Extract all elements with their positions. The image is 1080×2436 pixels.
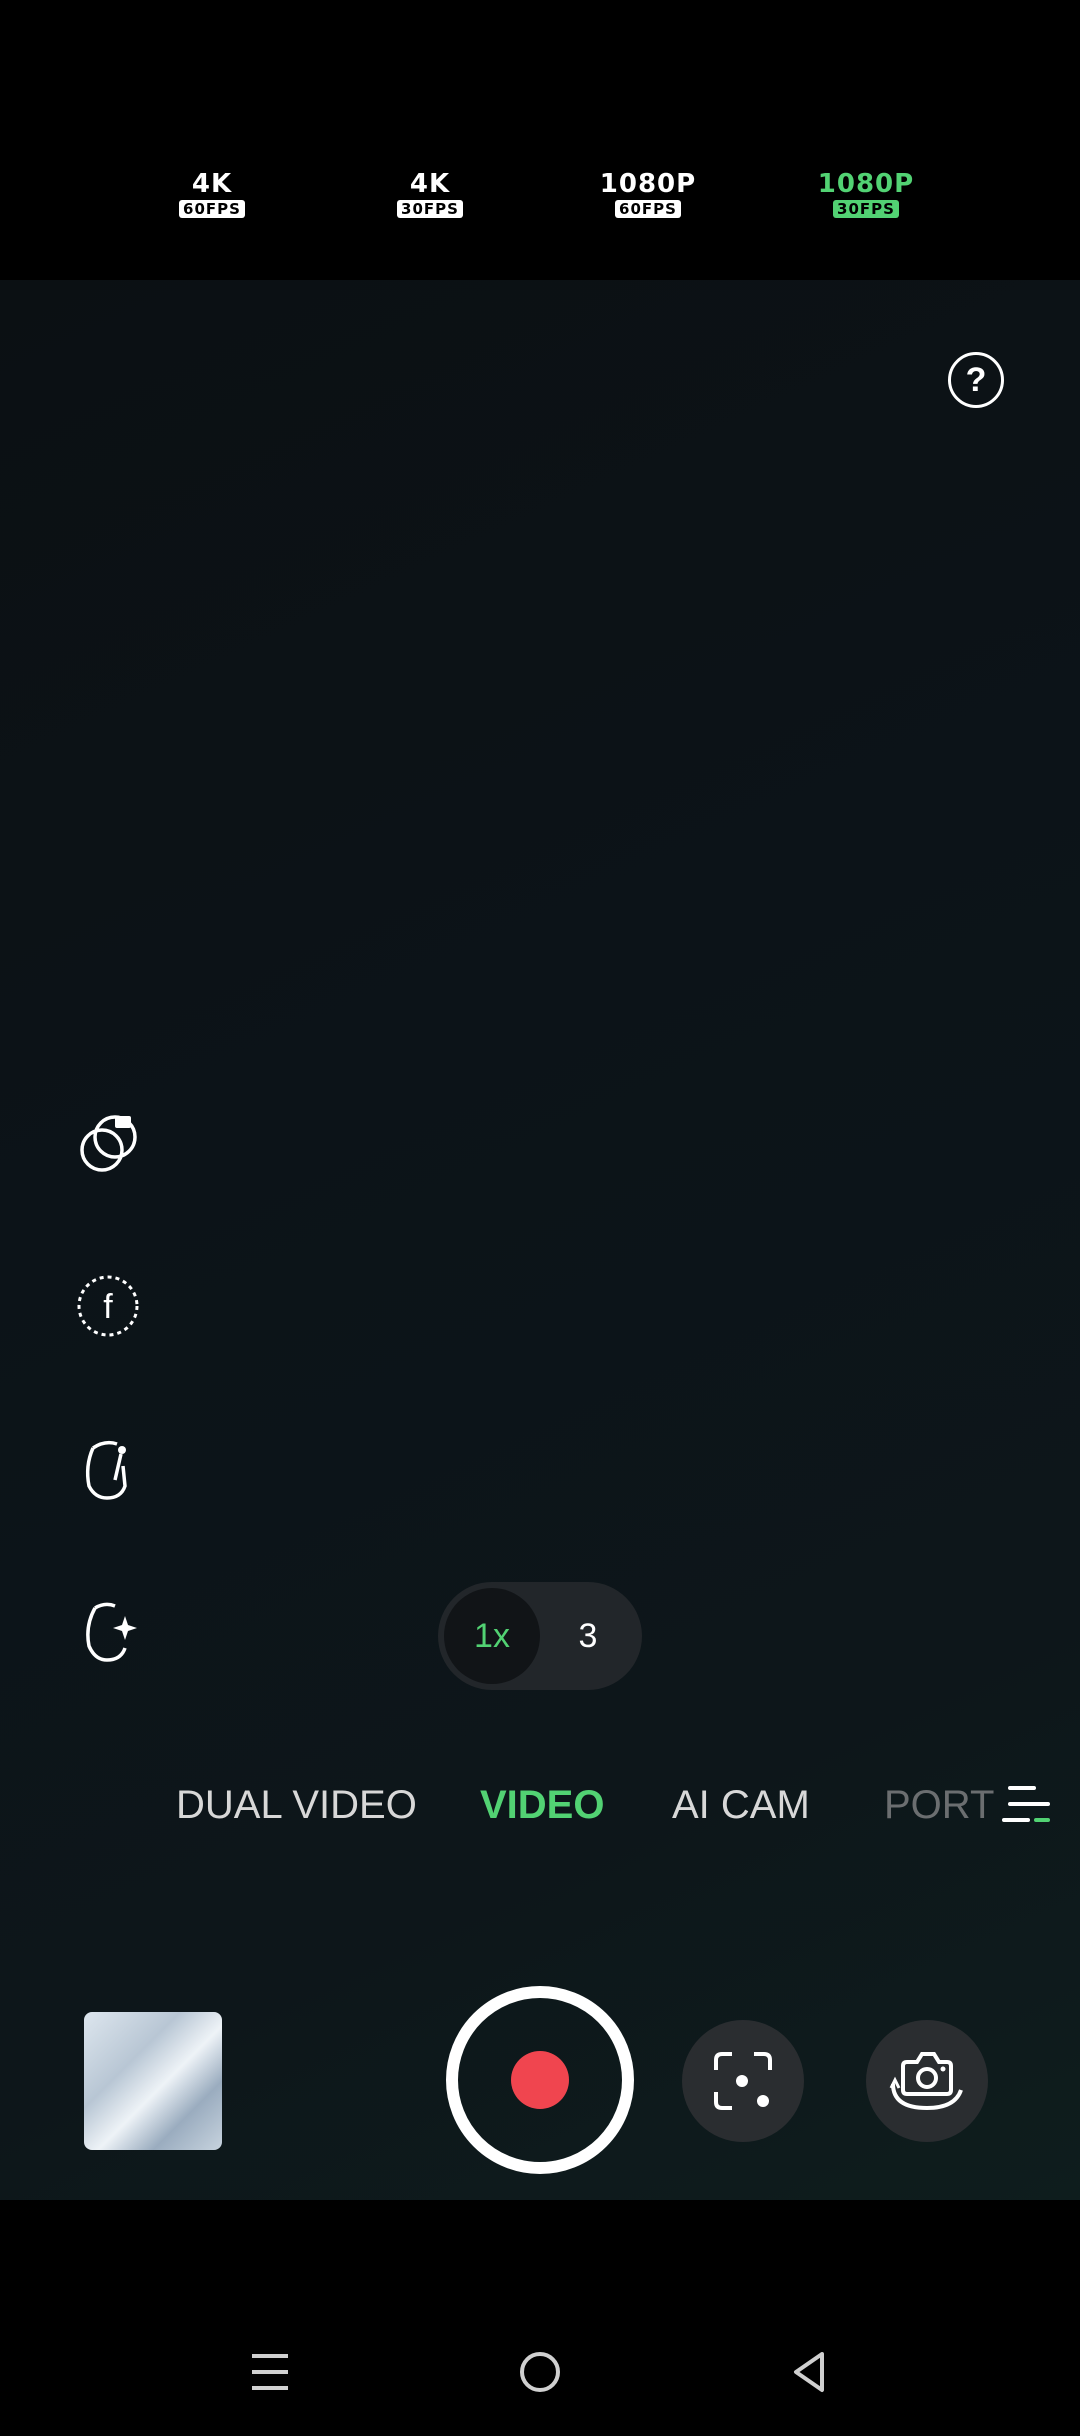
home-icon[interactable] [516, 2348, 564, 2396]
fps-label: 30FPS [833, 200, 899, 218]
svg-text:f: f [103, 1288, 113, 1326]
menu-icon[interactable] [246, 2348, 294, 2396]
resolution-label: 4K [409, 169, 451, 199]
gallery-thumbnail[interactable] [84, 2012, 222, 2150]
scan-icon [714, 2052, 772, 2110]
resolution-label: 1080P [599, 169, 697, 199]
mode-video[interactable]: VIDEO [480, 1780, 604, 1830]
help-button[interactable]: ? [948, 352, 1004, 408]
camera-viewfinder[interactable] [0, 280, 1080, 2200]
system-navigation-bar [0, 2200, 1080, 2436]
filter-icon[interactable] [75, 1110, 141, 1176]
resolution-4k-30fps[interactable]: 4K 30FPS [370, 170, 490, 219]
zoom-selector: 1x 3 [438, 1582, 642, 1690]
mode-dual-video[interactable]: DUAL VIDEO [176, 1780, 417, 1830]
back-icon[interactable] [786, 2348, 834, 2396]
fps-label: 30FPS [397, 200, 463, 218]
zoom-1x-button[interactable]: 1x [444, 1588, 540, 1684]
zoom-3x-button[interactable]: 3 [540, 1588, 636, 1684]
resolution-bar: 4K 60FPS 4K 30FPS 1080P 60FPS 1080P 30FP… [0, 0, 1080, 280]
fps-label: 60FPS [179, 200, 245, 218]
fps-label: 60FPS [615, 200, 681, 218]
resolution-label: 1080P [817, 169, 915, 199]
zoom-3x-label: 3 [578, 1616, 598, 1655]
flip-camera-icon [889, 2052, 963, 2111]
zoom-1x-label: 1x [474, 1616, 510, 1655]
resolution-1080p-30fps[interactable]: 1080P 30FPS [806, 170, 926, 219]
beauty-icon[interactable] [75, 1598, 141, 1664]
resolution-label: 4K [191, 169, 233, 199]
mode-menu-icon[interactable] [1000, 1782, 1052, 1828]
resolution-4k-60fps[interactable]: 4K 60FPS [152, 170, 272, 219]
mode-ai-cam[interactable]: AI CAM [672, 1780, 810, 1830]
film-filter-icon[interactable]: f [75, 1273, 141, 1339]
resolution-1080p-60fps[interactable]: 1080P 60FPS [588, 170, 708, 219]
record-button[interactable] [446, 1986, 634, 2174]
help-label: ? [965, 360, 987, 399]
scan-button[interactable] [682, 2020, 804, 2142]
record-icon [511, 2051, 569, 2109]
flip-camera-button[interactable] [866, 2020, 988, 2142]
mode-portrait[interactable]: PORTR [884, 1780, 994, 1830]
retouch-icon[interactable] [75, 1436, 141, 1502]
